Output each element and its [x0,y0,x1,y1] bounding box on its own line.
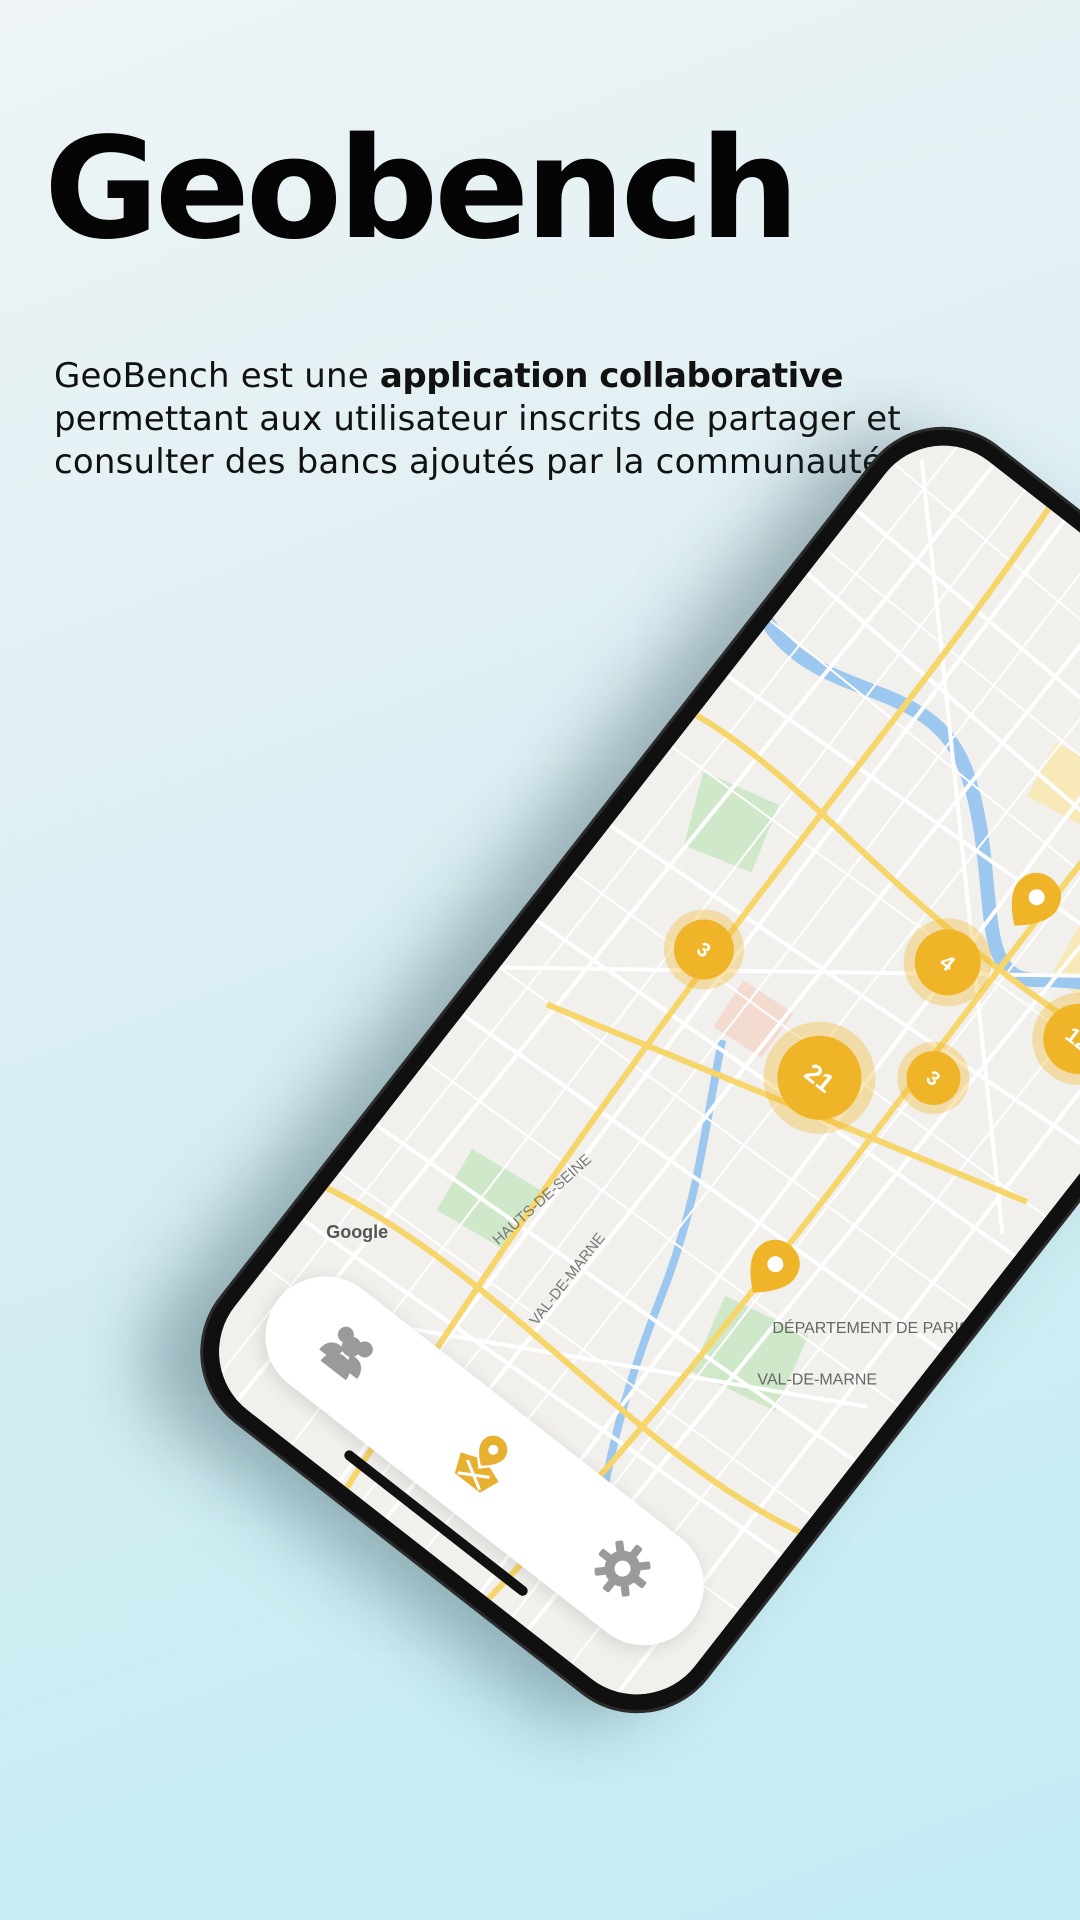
app-title: Geobench [44,108,800,271]
phone-mockup-area: 2 4 3 21 [0,0,1080,1920]
map-attribution: Google [326,1222,388,1242]
intro-text: GeoBench est une application collaborati… [54,355,904,484]
map-label-departement: DÉPARTEMENT DE PARIS [772,1318,969,1337]
map-pin-icon [454,1435,508,1493]
gear-icon [594,1540,651,1597]
map-label-val-de-marne: VAL-DE-MARNE [757,1372,877,1389]
phone-screen: 2 4 3 21 [189,415,1080,1725]
phone-mockup: 2 4 3 21 [164,390,1080,1750]
intro-text-before: GeoBench est une [54,356,380,396]
intro-text-after: permettant aux utilisateur inscrits de p… [54,399,901,482]
users-icon [319,1326,374,1381]
intro-text-bold: application collaborative [379,356,844,396]
